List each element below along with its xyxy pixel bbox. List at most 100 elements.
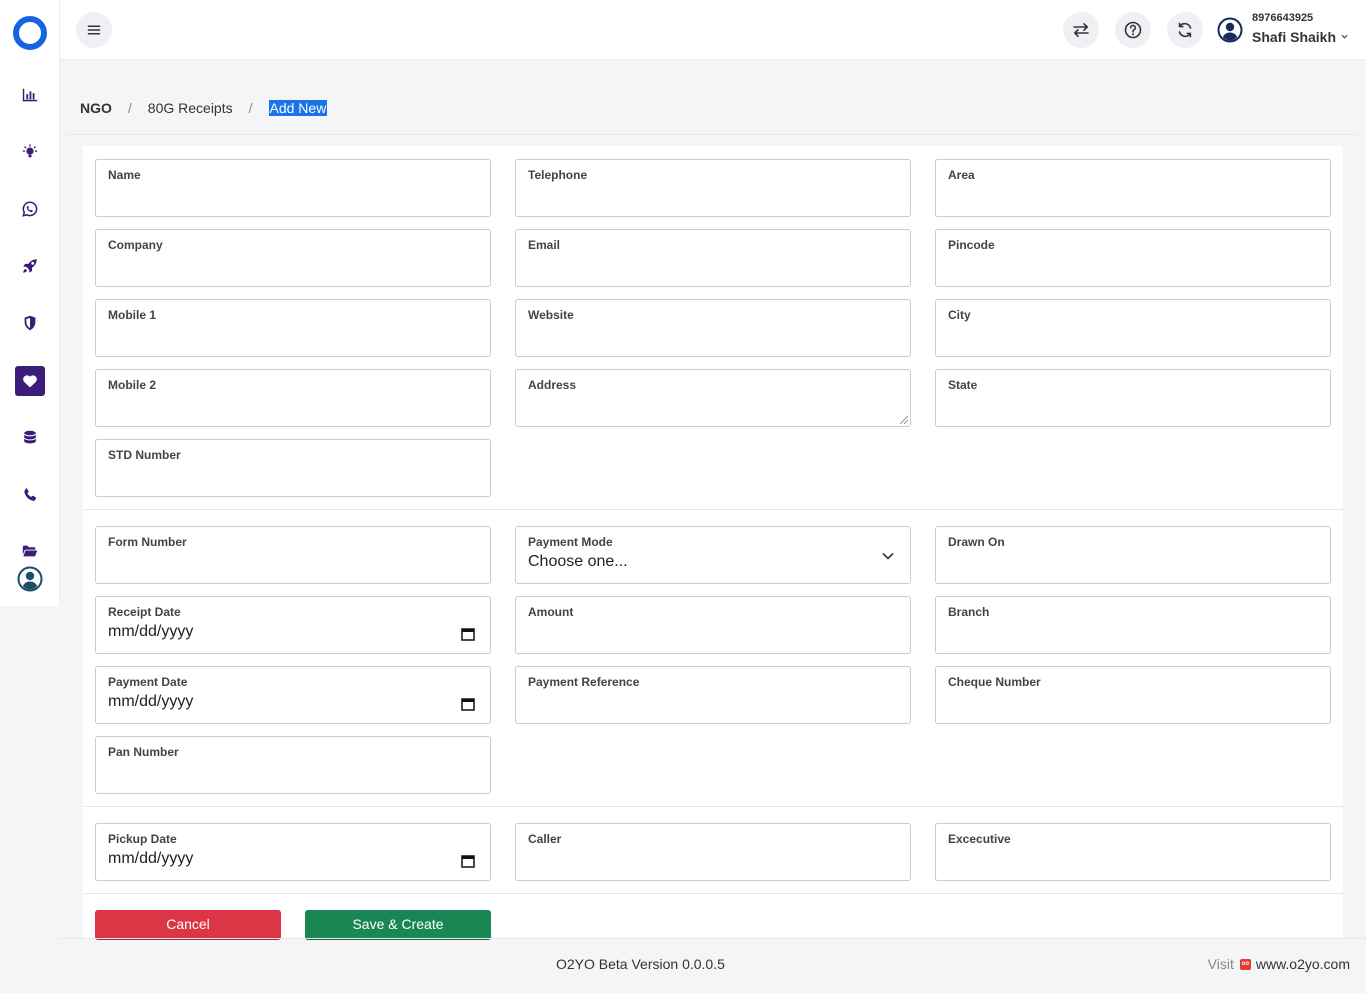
drawn-on-label: Drawn On — [948, 535, 1005, 549]
pincode-field[interactable]: Pincode — [935, 229, 1331, 287]
payment-reference-label: Payment Reference — [528, 675, 640, 689]
footer-version: O2YO Beta Version 0.0.0.5 — [556, 956, 725, 972]
pincode-label: Pincode — [948, 238, 995, 252]
payment-mode-select[interactable]: Payment Mode Choose one... — [515, 526, 911, 584]
swap-icon[interactable] — [1063, 12, 1099, 48]
breadcrumb-separator: / — [248, 100, 253, 116]
pan-number-field[interactable]: Pan Number — [95, 736, 491, 794]
refresh-icon[interactable] — [1167, 12, 1203, 48]
payment-mode-label: Payment Mode — [528, 535, 613, 549]
lightbulb-icon[interactable] — [15, 137, 45, 167]
payment-mode-value[interactable]: Choose one... — [528, 553, 628, 571]
executive-field[interactable]: Excecutive — [935, 823, 1331, 881]
city-field[interactable]: City — [935, 299, 1331, 357]
breadcrumb-current: Add New — [268, 100, 328, 116]
cancel-button[interactable]: Cancel — [95, 910, 281, 940]
form-number-label: Form Number — [108, 535, 187, 549]
caller-label: Caller — [528, 832, 562, 846]
footer-visit-link[interactable]: Visit oo www.o2yo.com — [1208, 956, 1350, 972]
cheque-number-field[interactable]: Cheque Number — [935, 666, 1331, 724]
telephone-label: Telephone — [528, 168, 588, 182]
payment-date-label: Payment Date — [108, 675, 188, 689]
breadcrumb-ngo[interactable]: NGO — [80, 100, 112, 116]
hamburger-icon[interactable] — [76, 12, 112, 48]
phone-icon[interactable] — [15, 480, 45, 510]
payment-reference-field[interactable]: Payment Reference — [515, 666, 911, 724]
executive-label: Excecutive — [948, 832, 1011, 846]
drawn-on-field[interactable]: Drawn On — [935, 526, 1331, 584]
receipt-date-field[interactable]: Receipt Date mm/dd/yyyy — [95, 596, 491, 654]
whatsapp-icon[interactable] — [15, 194, 45, 224]
company-field[interactable]: Company — [95, 229, 491, 287]
user-name: Shafi Shaikh — [1252, 29, 1337, 45]
name-label: Name — [108, 168, 141, 182]
calendar-icon[interactable] — [460, 853, 476, 869]
city-label: City — [948, 308, 971, 322]
calendar-icon[interactable] — [460, 696, 476, 712]
mobile-1-label: Mobile 1 — [108, 308, 157, 322]
chevron-down-icon[interactable] — [880, 548, 896, 564]
user-circle-icon[interactable] — [17, 566, 43, 592]
breadcrumb-80g-receipts[interactable]: 80G Receipts — [148, 100, 233, 116]
section-divider — [83, 806, 1343, 807]
mobile-2-label: Mobile 2 — [108, 378, 157, 392]
name-field[interactable]: Name — [95, 159, 491, 217]
receipt-date-input[interactable]: mm/dd/yyyy — [108, 623, 193, 641]
folder-open-icon[interactable] — [15, 536, 45, 566]
mobile-1-field[interactable]: Mobile 1 — [95, 299, 491, 357]
breadcrumb: NGO / 80G Receipts / Add New — [80, 100, 328, 116]
visit-label: Visit — [1207, 956, 1234, 972]
website-label: Website — [528, 308, 574, 322]
website-field[interactable]: Website — [515, 299, 911, 357]
caller-field[interactable]: Caller — [515, 823, 911, 881]
app-logo[interactable] — [13, 16, 47, 50]
receipt-date-label: Receipt Date — [108, 605, 181, 619]
address-label: Address — [528, 378, 577, 392]
telephone-field[interactable]: Telephone — [515, 159, 911, 217]
pickup-date-label: Pickup Date — [108, 832, 177, 846]
shield-icon[interactable] — [15, 308, 45, 338]
footer-divider — [60, 938, 1366, 939]
section-divider — [83, 893, 1343, 894]
pickup-date-input[interactable]: mm/dd/yyyy — [108, 850, 193, 868]
section-divider — [83, 509, 1343, 510]
user-avatar-icon — [1217, 17, 1243, 43]
sidebar — [0, 0, 60, 606]
amount-field[interactable]: Amount — [515, 596, 911, 654]
pickup-date-field[interactable]: Pickup Date mm/dd/yyyy — [95, 823, 491, 881]
save-create-button[interactable]: Save & Create — [305, 910, 491, 940]
user-phone: 8976643925 — [1252, 12, 1314, 24]
bar-chart-icon[interactable] — [15, 80, 45, 110]
state-field[interactable]: State — [935, 369, 1331, 427]
pan-number-label: Pan Number — [108, 745, 179, 759]
mobile-2-field[interactable]: Mobile 2 — [95, 369, 491, 427]
calendar-icon[interactable] — [460, 626, 476, 642]
address-field[interactable]: Address — [515, 369, 911, 427]
std-number-field[interactable]: STD Number — [95, 439, 491, 497]
state-label: State — [948, 378, 978, 392]
email-label: Email — [528, 238, 561, 252]
top-navbar: 8976643925 Shafi Shaikh — [60, 0, 1366, 60]
user-menu[interactable]: 8976643925 Shafi Shaikh — [1217, 11, 1357, 51]
branch-field[interactable]: Branch — [935, 596, 1331, 654]
email-field[interactable]: Email — [515, 229, 911, 287]
breadcrumb-divider — [67, 134, 1357, 135]
company-label: Company — [108, 238, 163, 252]
form-number-field[interactable]: Form Number — [95, 526, 491, 584]
cheque-number-label: Cheque Number — [948, 675, 1041, 689]
site-link[interactable]: www.o2yo.com — [1256, 956, 1350, 972]
std-number-label: STD Number — [108, 448, 181, 462]
payment-date-field[interactable]: Payment Date mm/dd/yyyy — [95, 666, 491, 724]
amount-label: Amount — [528, 605, 574, 619]
area-label: Area — [948, 168, 975, 182]
rocket-icon[interactable] — [15, 251, 45, 281]
help-icon[interactable] — [1115, 12, 1151, 48]
heart-icon[interactable] — [15, 366, 45, 396]
chevron-down-icon — [1340, 32, 1349, 44]
area-field[interactable]: Area — [935, 159, 1331, 217]
branch-label: Branch — [948, 605, 990, 619]
payment-date-input[interactable]: mm/dd/yyyy — [108, 693, 193, 711]
breadcrumb-separator: / — [127, 100, 132, 116]
database-icon[interactable] — [15, 423, 45, 453]
o2yo-mini-logo-icon: oo — [1239, 958, 1251, 970]
